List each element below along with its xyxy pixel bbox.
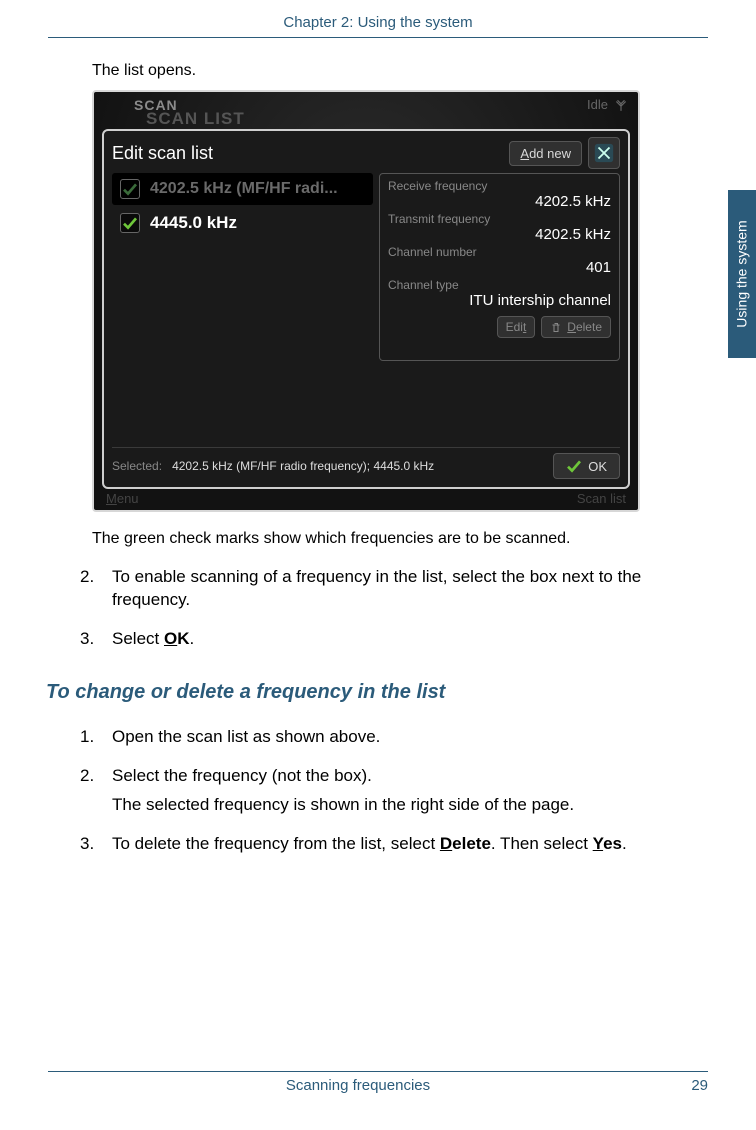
intro-text: The list opens. [92, 62, 692, 80]
row-label: 4202.5 kHz (MF/HF radi... [150, 180, 338, 198]
add-new-label: Add new [520, 146, 571, 161]
step-number: 3. [80, 833, 112, 856]
page-header: Chapter 2: Using the system [0, 0, 756, 31]
selected-value: 4202.5 kHz (MF/HF radio frequency); 4445… [172, 459, 434, 473]
detail-label: Channel number [388, 245, 611, 259]
edit-label: Edit [506, 320, 527, 334]
side-tab: Using the system [728, 190, 756, 358]
list-row[interactable]: 4202.5 kHz (MF/HF radi... [112, 173, 373, 205]
antenna-icon [614, 98, 628, 112]
detail-actions: Edit Delete [388, 316, 611, 338]
step-number: 1. [80, 726, 112, 749]
modal-header-actions: Add new [509, 137, 620, 169]
detail-value: 4202.5 kHz [388, 226, 611, 243]
device-screenshot: SCAN SCAN LIST Idle Edit scan list Add n… [92, 90, 640, 512]
modal-header: Edit scan list Add new [112, 137, 620, 169]
step-number: 3. [80, 628, 112, 651]
idle-label: Idle [587, 97, 608, 112]
scan-label-2: SCAN LIST [146, 109, 245, 129]
modal-footer: Selected: 4202.5 kHz (MF/HF radio freque… [112, 447, 620, 479]
selected-summary: Selected: 4202.5 kHz (MF/HF radio freque… [112, 459, 434, 473]
close-icon [593, 142, 615, 164]
step-item: 2. To enable scanning of a frequency in … [80, 566, 692, 612]
status-idle: Idle [587, 97, 628, 112]
caption-text: The green check marks show which frequen… [92, 530, 692, 548]
delete-label: Delete [567, 320, 602, 334]
step-list-a: 2. To enable scanning of a frequency in … [80, 566, 692, 651]
frequency-list: 4202.5 kHz (MF/HF radi... 4445.0 kHz [112, 173, 373, 361]
detail-value: ITU intership channel [388, 292, 611, 309]
list-row[interactable]: 4445.0 kHz [112, 207, 373, 239]
step-number: 2. [80, 566, 112, 612]
step-subtext: The selected frequency is shown in the r… [112, 794, 692, 817]
step-text: Select the frequency (not the box). The … [112, 765, 692, 817]
scanlist-softkey[interactable]: Scan list [577, 491, 626, 506]
page-number: 29 [668, 1077, 708, 1094]
content: The list opens. SCAN SCAN LIST Idle Edit… [0, 38, 756, 856]
trash-icon [550, 321, 562, 334]
check-icon [122, 181, 138, 197]
footer-title: Scanning frequencies [48, 1077, 668, 1094]
selected-label: Selected: [112, 459, 162, 473]
detail-label: Receive frequency [388, 179, 611, 193]
ok-label: OK [588, 459, 607, 474]
row-label: 4445.0 kHz [150, 213, 237, 233]
modal-spacer [112, 361, 620, 443]
footer-line: Scanning frequencies 29 [48, 1072, 708, 1094]
menu-softkey[interactable]: Menu [106, 491, 139, 506]
detail-label: Transmit frequency [388, 212, 611, 226]
check-icon [566, 458, 582, 474]
page-footer: Scanning frequencies 29 [48, 1071, 708, 1094]
edit-button[interactable]: Edit [497, 316, 536, 338]
side-tab-label: Using the system [734, 220, 750, 327]
step-item: 3. To delete the frequency from the list… [80, 833, 692, 856]
close-button[interactable] [588, 137, 620, 169]
step-text: To delete the frequency from the list, s… [112, 833, 692, 856]
detail-panel: Receive frequency 4202.5 kHz Transmit fr… [379, 173, 620, 361]
modal-title: Edit scan list [112, 143, 213, 164]
row-checkbox[interactable] [120, 179, 140, 199]
detail-value: 401 [388, 259, 611, 276]
add-new-button[interactable]: Add new [509, 141, 582, 166]
step-list-b: 1. Open the scan list as shown above. 2.… [80, 726, 692, 856]
step-number: 2. [80, 765, 112, 817]
step-item: 1. Open the scan list as shown above. [80, 726, 692, 749]
step-text: Select OK. [112, 628, 692, 651]
device-top-bar: SCAN SCAN LIST Idle [94, 96, 638, 129]
section-heading: To change or delete a frequency in the l… [46, 681, 692, 704]
list-filler [112, 241, 373, 361]
modal-body: 4202.5 kHz (MF/HF radi... 4445.0 kHz Rec… [112, 173, 620, 361]
delete-button[interactable]: Delete [541, 316, 611, 338]
edit-scan-list-modal: Edit scan list Add new [102, 129, 630, 489]
row-checkbox[interactable] [120, 213, 140, 233]
step-text: Open the scan list as shown above. [112, 726, 692, 749]
step-item: 3. Select OK. [80, 628, 692, 651]
step-text: To enable scanning of a frequency in the… [112, 566, 692, 612]
ok-button[interactable]: OK [553, 453, 620, 479]
detail-value: 4202.5 kHz [388, 193, 611, 210]
scan-header: SCAN SCAN LIST [134, 97, 245, 129]
detail-label: Channel type [388, 278, 611, 292]
check-icon [122, 215, 138, 231]
step-item: 2. Select the frequency (not the box). T… [80, 765, 692, 817]
device-bottom-bar: Menu Scan list [94, 489, 638, 510]
chapter-title: Chapter 2: Using the system [283, 14, 472, 31]
